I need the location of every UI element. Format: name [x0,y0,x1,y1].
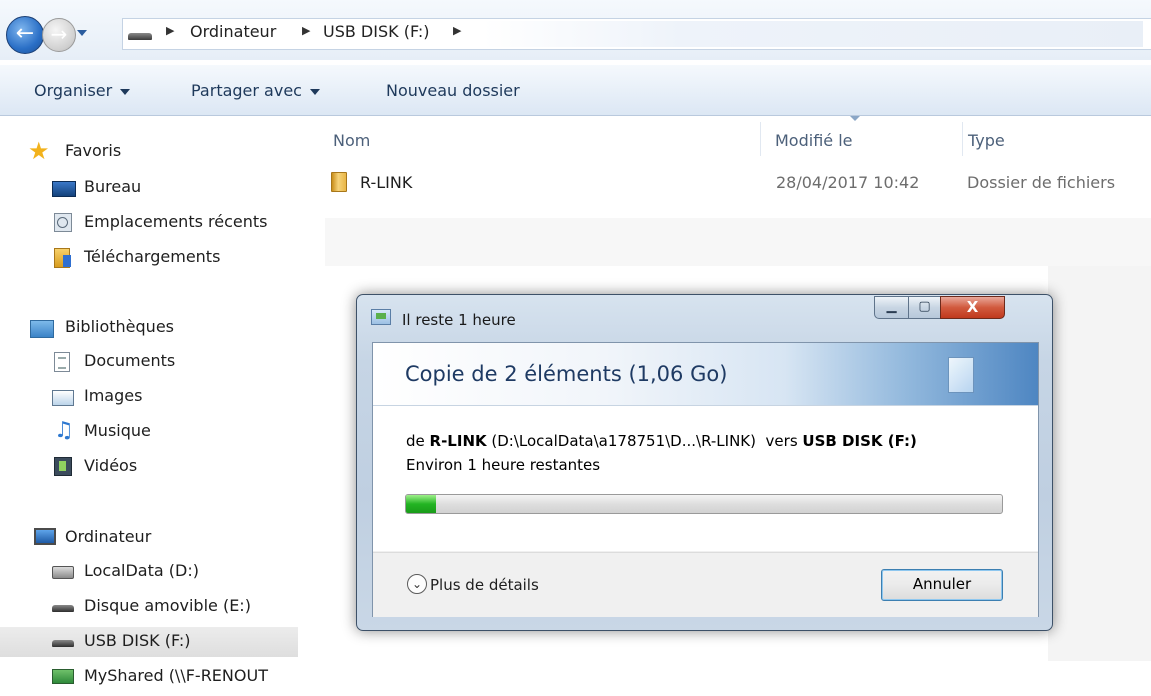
content-background [1048,266,1151,661]
nav-item-usb-disk[interactable]: USB DISK (F:) [0,627,298,657]
nav-item-label: Emplacements récents [84,212,268,231]
copy-progress-dialog: Il reste 1 heure ▁ ▢ X Copie de 2 élémen… [356,294,1053,631]
column-header-type[interactable]: Type [968,131,1005,150]
drive-icon [128,33,152,40]
nav-item-label: Documents [84,351,176,370]
file-name[interactable]: R-LINK [360,173,412,192]
nav-item-label: USB DISK (F:) [84,631,191,650]
more-details-toggle[interactable]: Plus de détails [430,576,539,594]
column-header-name[interactable]: Nom [333,131,370,150]
nav-group-libraries[interactable]: Bibliothèques [28,313,298,343]
chevron-down-icon [120,88,131,95]
source-path: (D:\LocalData\a178751\D...\R-LINK) [491,432,756,450]
file-modified: 28/04/2017 10:42 [776,173,920,192]
address-bar: ← → ▶ Ordinateur ▶ USB DISK (F:) ▶ [0,0,1151,60]
new-folder-label: Nouveau dossier [386,81,520,100]
nav-item-label: Vidéos [84,456,138,475]
star-icon: ★ [28,137,50,165]
back-arrow-icon[interactable]: ← [6,16,44,54]
video-icon [54,457,72,476]
cancel-button[interactable]: Annuler [881,569,1003,601]
breadcrumb-item-ordinateur[interactable]: Ordinateur [190,22,276,41]
maximize-button[interactable]: ▢ [908,296,941,319]
downloads-folder-icon [54,248,71,268]
dialog-header-banner: Copie de 2 éléments (1,06 Go) [373,343,1038,406]
dialog-content [373,406,1038,551]
network-drive-icon [52,669,74,684]
nav-item-recent-places[interactable]: Emplacements récents [48,208,298,238]
nav-item-localdata[interactable]: LocalData (D:) [48,557,298,587]
nav-item-videos[interactable]: Vidéos [48,452,298,482]
dialog-body: Copie de 2 éléments (1,06 Go) de R-LINK … [372,342,1039,617]
desktop-icon [52,181,76,197]
document-page-icon [948,357,974,393]
usb-drive-icon [52,640,74,647]
folder-icon [331,172,347,192]
recent-places-icon [54,213,72,232]
nav-item-music[interactable]: ♫ Musique [48,417,298,447]
chevron-down-icon [309,88,320,95]
nav-item-label: Téléchargements [84,247,221,266]
breadcrumb-separator-icon[interactable]: ▶ [166,24,174,37]
nav-group-computer[interactable]: Ordinateur [28,523,298,553]
document-icon [54,352,70,372]
copy-progress-bar [405,494,1003,514]
hard-drive-icon [52,566,74,579]
cancel-label: Annuler [912,575,972,593]
libraries-icon [30,320,54,338]
forward-arrow-icon[interactable]: → [42,18,76,52]
sort-indicator-icon [850,116,860,121]
breadcrumb-separator-icon[interactable]: ▶ [453,24,461,37]
nav-item-removable-disk[interactable]: Disque amovible (E:) [48,592,298,622]
to-prefix: vers [765,432,798,450]
recent-locations-dropdown-icon[interactable] [77,30,87,36]
nav-item-label: MyShared (\\F-RENOUT [84,666,268,685]
from-prefix: de [406,432,425,450]
nav-item-label: Disque amovible (E:) [84,596,251,615]
nav-group-favorites[interactable]: ★ Favoris [28,137,298,167]
breadcrumb-separator-icon[interactable]: ▶ [302,24,310,37]
nav-item-label: LocalData (D:) [84,561,199,580]
nav-item-label: Bureau [84,177,142,196]
nav-item-label: Musique [84,421,151,440]
nav-item-downloads[interactable]: Téléchargements [48,243,298,273]
column-header-modified[interactable]: Modifié le [775,131,853,150]
content-background [325,218,1151,266]
music-note-icon: ♫ [54,418,74,443]
nav-item-network-share[interactable]: MyShared (\\F-RENOUT [48,662,298,692]
breadcrumb[interactable] [122,18,1151,50]
nav-item-label: Images [84,386,143,405]
column-divider[interactable] [760,122,761,156]
computer-icon [34,528,56,545]
navigation-pane: ★ Favoris Bureau Emplacements récents Té… [0,117,305,696]
share-with-button[interactable]: Partager avec [191,81,320,100]
source-link[interactable]: R-LINK [430,432,487,450]
nav-item-images[interactable]: Images [48,382,298,412]
share-label: Partager avec [191,81,302,100]
close-button[interactable]: X [940,296,1005,319]
command-bar: Organiser Partager avec Nouveau dossier [0,64,1151,116]
time-remaining: Environ 1 heure restantes [406,456,601,474]
copy-source-destination: de R-LINK (D:\LocalData\a178751\D...\R-L… [406,432,917,450]
column-divider[interactable] [962,122,963,156]
usb-drive-icon [52,605,74,612]
dialog-heading: Copie de 2 éléments (1,06 Go) [405,362,728,386]
organize-label: Organiser [34,81,113,100]
nav-item-documents[interactable]: Documents [48,347,298,377]
file-copy-icon [371,309,391,325]
organize-button[interactable]: Organiser [34,81,131,100]
minimize-button[interactable]: ▁ [874,296,909,319]
chevron-down-icon[interactable]: ⌄ [407,574,427,594]
nav-group-label: Bibliothèques [65,317,174,336]
nav-item-bureau[interactable]: Bureau [48,173,298,203]
destination-link[interactable]: USB DISK (F:) [802,432,916,450]
progress-fill [406,495,436,513]
picture-icon [52,390,74,406]
breadcrumb-item-usb-disk[interactable]: USB DISK (F:) [323,22,430,41]
dialog-title: Il reste 1 heure [402,311,516,329]
nav-group-label: Favoris [65,141,122,160]
new-folder-button[interactable]: Nouveau dossier [386,81,520,100]
nav-group-label: Ordinateur [65,527,152,546]
file-type: Dossier de fichiers [967,173,1116,192]
